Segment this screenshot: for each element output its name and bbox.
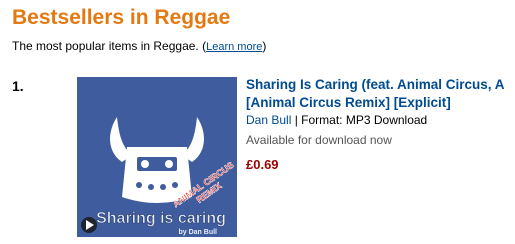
cassette-reel-left-icon	[141, 160, 149, 168]
learn-more-link[interactable]: Learn more	[206, 41, 262, 53]
format-value: MP3 Download	[345, 113, 428, 127]
cassette-reel-right-icon	[165, 160, 173, 168]
cassette-hole-3	[160, 184, 166, 190]
artist-link[interactable]: Dan Bull	[246, 113, 291, 127]
product-byline: Dan Bull | Format: MP3 Download	[246, 113, 427, 127]
availability-text: Available for download now	[246, 133, 392, 147]
cover-by-text: by Dan Bull	[178, 229, 217, 236]
product-title-line1: Sharing Is Caring (feat. Animal Circus, …	[246, 77, 505, 92]
price-text: £0.69	[246, 157, 279, 172]
byline-separator: |	[291, 113, 302, 127]
product-title-link[interactable]: Sharing Is Caring (feat. Animal Circus, …	[246, 76, 515, 112]
format-label: Format:	[301, 113, 343, 127]
album-art-graphic: ANIMAL CIRCUS REMIX Sharing is caring by…	[81, 117, 236, 236]
cassette-hole-4	[172, 182, 178, 188]
learn-more-paren-close: )	[262, 39, 267, 53]
play-button-icon[interactable]	[81, 217, 97, 233]
album-cover-image[interactable]: ANIMAL CIRCUS REMIX Sharing is caring by…	[77, 77, 237, 237]
page-subtitle: The most popular items in Reggae. (Learn…	[12, 39, 266, 53]
cassette-hole-1	[136, 182, 142, 188]
page-title: Bestsellers in Reggae	[12, 6, 231, 29]
subtitle-text: The most popular items in Reggae.	[12, 39, 199, 53]
cassette-hole-2	[148, 184, 154, 190]
product-title-line2: [Animal Circus Remix] [Explicit]	[246, 95, 451, 110]
item-rank: 1.	[12, 78, 24, 94]
cover-title-text: Sharing is caring	[96, 210, 226, 227]
